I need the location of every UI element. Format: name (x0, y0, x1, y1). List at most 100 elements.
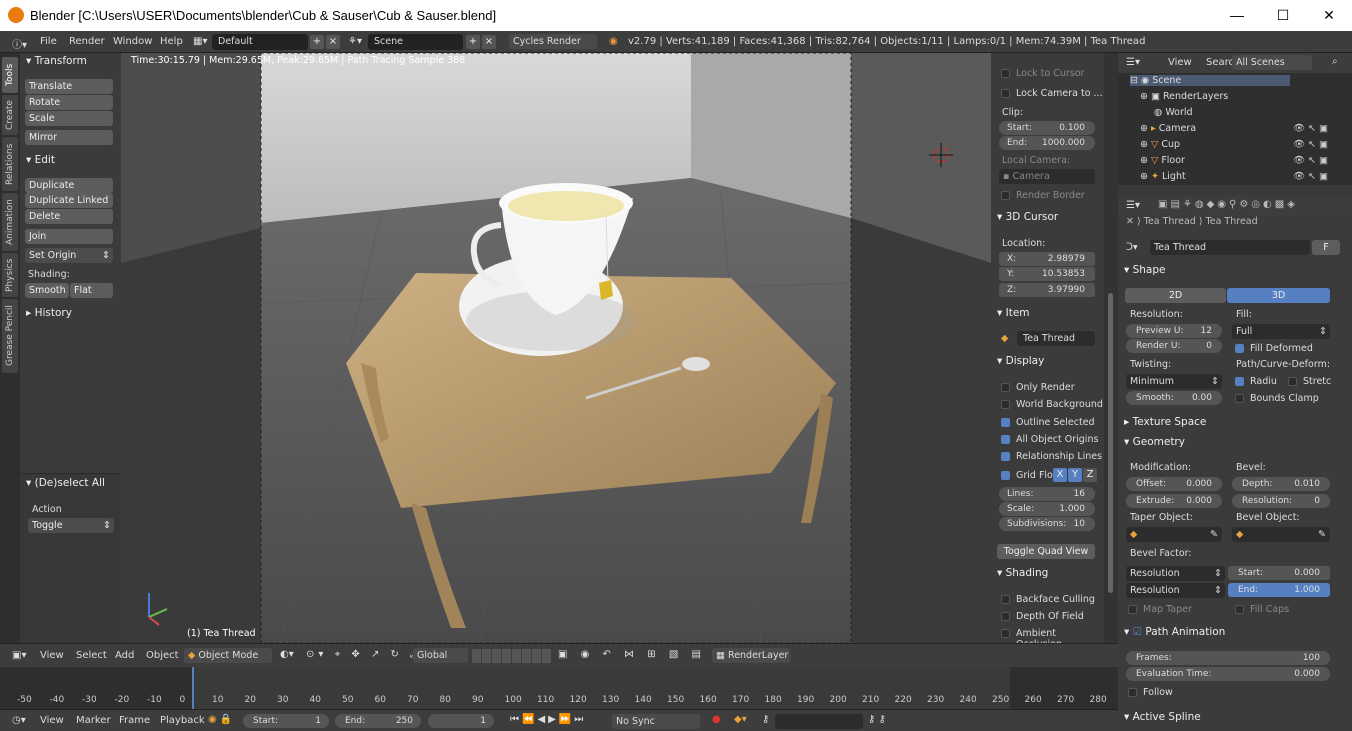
bevel-factor-start-mapping[interactable]: Resolution ⇕ (1126, 566, 1225, 581)
scale-button[interactable]: Scale (25, 111, 113, 126)
vp-menu-view[interactable]: View (40, 650, 64, 661)
twisting-dropdown[interactable]: Minimum ⇕ (1126, 374, 1222, 389)
timeline[interactable]: -50 -40 -30 -20 -10 0 10 20 30 40 50 60 70 80 90 100 110… (0, 667, 1118, 709)
playback-controls[interactable]: ⏮⏪◀▶⏩⏭ (510, 714, 586, 725)
depth-of-field-checkbox[interactable] (1001, 612, 1010, 621)
duplicate-button[interactable]: Duplicate (25, 178, 113, 193)
outliner-item-camera[interactable]: ⊕ ▸ Camera (1140, 123, 1196, 134)
scene-icon[interactable]: ⚘▾ (348, 36, 362, 47)
transform-orientation-dropdown[interactable]: Global (413, 648, 468, 663)
context-tabs[interactable]: ▣▤⚘◍◆◉⚲⚙◎◐▩◈ (1158, 199, 1298, 210)
eyedropper-icon[interactable]: ✎ (1210, 527, 1218, 542)
path-animation-checkbox[interactable]: ☑ (1133, 626, 1142, 638)
grid-z-toggle[interactable]: Z (1083, 468, 1097, 482)
tab-grease-pencil[interactable]: Grease Pencil (2, 299, 18, 373)
vp-menu-object[interactable]: Object (146, 650, 179, 661)
fake-user-button[interactable]: F (1312, 240, 1340, 255)
cursor-x-field[interactable]: X: 2.98979 (999, 252, 1095, 266)
active-spline-header[interactable]: ▾ Active Spline (1124, 711, 1201, 723)
edit-panel-header[interactable]: ▾ Edit (26, 154, 55, 166)
delete-button[interactable]: Delete (25, 209, 113, 224)
grid-floor-checkbox[interactable] (1001, 471, 1010, 480)
insert-keyframe-icons[interactable]: ⚷ ⚷ (868, 714, 886, 725)
map-taper-checkbox[interactable] (1128, 605, 1137, 614)
fill-mode-dropdown[interactable]: Full ⇕ (1232, 324, 1330, 339)
layout-selector[interactable]: Default (212, 34, 308, 50)
frames-field[interactable]: Frames: 100 (1126, 651, 1330, 665)
set-origin-dropdown[interactable]: Set Origin ⇕ (25, 248, 113, 263)
render-engine-dropdown[interactable]: Cycles Render (509, 34, 597, 49)
smooth-field[interactable]: Smooth: 0.00 (1126, 391, 1222, 405)
lock-cursor-checkbox[interactable] (1001, 69, 1010, 78)
smooth-button[interactable]: Smooth (25, 283, 69, 298)
grid-x-toggle[interactable]: X (1053, 468, 1067, 482)
depth-field[interactable]: Depth: 0.010 (1232, 477, 1330, 491)
bevel-start-field[interactable]: Start: 0.000 (1228, 566, 1330, 580)
outliner-item-world[interactable]: ◍ World (1154, 107, 1193, 118)
outliner-item-light[interactable]: ⊕ ✦ Light (1140, 171, 1186, 182)
3d-viewport[interactable]: Time:30:15.79 | Mem:29.65M, Peak:29.65M … (121, 53, 991, 643)
shape-panel-header[interactable]: ▾ Shape (1124, 264, 1166, 276)
rotate-button[interactable]: Rotate (25, 95, 113, 110)
all-object-origins-checkbox[interactable] (1001, 435, 1010, 444)
viewport-shading-icon[interactable]: ◐▾ (280, 649, 294, 660)
properties-scrollbar[interactable] (1104, 53, 1118, 643)
render-u-field[interactable]: Render U: 0 (1126, 339, 1222, 353)
join-button[interactable]: Join (25, 229, 113, 244)
evaluation-time-field[interactable]: Evaluation Time: 0.000 (1126, 667, 1330, 681)
tl-menu-frame[interactable]: Frame (119, 715, 150, 726)
render-layer-field[interactable]: ▦ RenderLayer (712, 648, 790, 663)
offset-field[interactable]: Offset: 0.000 (1126, 477, 1222, 491)
bevel-end-field[interactable]: End: 1.000 (1228, 583, 1330, 597)
bounds-clamp-checkbox[interactable] (1235, 394, 1244, 403)
translate-button[interactable]: Translate (25, 79, 113, 94)
outliner-editor-icon[interactable]: ☰▾ (1126, 57, 1140, 68)
menu-file[interactable]: File (40, 36, 57, 47)
start-frame-field[interactable]: Start: 1 (243, 714, 329, 728)
restrict-icons[interactable]: 👁 ↖ ▣ (1293, 155, 1328, 166)
preview-u-field[interactable]: Preview U: 12 (1126, 324, 1222, 338)
curve-data-icon[interactable]: ᑐ▾ (1126, 242, 1138, 253)
current-frame-field[interactable]: 1 (428, 714, 494, 728)
toggle-quad-view-button[interactable]: Toggle Quad View (997, 544, 1095, 559)
outliner-item-cup[interactable]: ⊕ ▽ Cup (1140, 139, 1180, 150)
action-dropdown[interactable]: Toggle ⇕ (28, 518, 114, 533)
tab-relations[interactable]: Relations (2, 137, 18, 191)
tl-menu-marker[interactable]: Marker (76, 715, 111, 726)
tab-tools[interactable]: Tools (2, 57, 18, 93)
deselect-all-header[interactable]: ▾ (De)select All (26, 477, 105, 489)
grid-scale-field[interactable]: Scale: 1.000 (999, 502, 1095, 516)
outliner-menu-view[interactable]: View (1168, 57, 1192, 68)
world-background-checkbox[interactable] (1001, 400, 1010, 409)
taper-object-field[interactable]: ◆ ✎ (1126, 527, 1222, 542)
scene-selector[interactable]: Scene (368, 34, 463, 50)
extrude-field[interactable]: Extrude: 0.000 (1126, 494, 1222, 508)
pivot-and-manipulator-icons[interactable]: ⊙▾ ⌖ ✥ ↗ ↻ ⤢ (306, 649, 422, 660)
data-name-field[interactable]: Tea Thread (1150, 240, 1310, 255)
vp-menu-select[interactable]: Select (76, 650, 107, 661)
clip-start-field[interactable]: Start: 0.100 (999, 121, 1095, 135)
snap-and-render-icons[interactable]: ▣ ◉ ↶ ⋈ ⊞ ▧ ▤ ⏸ (558, 649, 724, 660)
keyframe-icon[interactable]: ◆▾ (734, 714, 747, 725)
maximize-button[interactable]: ☐ (1260, 0, 1306, 31)
remove-layout-button[interactable]: × (326, 35, 340, 49)
stretch-checkbox[interactable] (1288, 377, 1297, 386)
tl-menu-view[interactable]: View (40, 715, 64, 726)
transform-panel-header[interactable]: ▾ Transform (26, 55, 87, 67)
grid-subdivisions-field[interactable]: Subdivisions: 10 (999, 517, 1095, 531)
close-button[interactable]: ✕ (1306, 0, 1352, 31)
relationship-lines-checkbox[interactable] (1001, 452, 1010, 461)
grid-lines-field[interactable]: Lines: 16 (999, 487, 1095, 501)
mirror-button[interactable]: Mirror (25, 130, 113, 145)
local-camera-field[interactable]: ▪ Camera (999, 169, 1095, 184)
outliner-display-mode[interactable]: All Scenes (1232, 55, 1312, 70)
tab-physics[interactable]: Physics (2, 253, 18, 297)
tab-create[interactable]: Create (2, 95, 18, 135)
outliner-item-floor[interactable]: ⊕ ▽ Floor (1140, 155, 1185, 166)
keying-set-field[interactable] (775, 714, 863, 729)
remove-scene-button[interactable]: × (482, 35, 496, 49)
menu-help[interactable]: Help (160, 36, 183, 47)
layer-buttons[interactable] (472, 649, 552, 663)
outliner-item-renderlayers[interactable]: ⊕ ▣ RenderLayers (1140, 91, 1228, 102)
grid-y-toggle[interactable]: Y (1068, 468, 1082, 482)
